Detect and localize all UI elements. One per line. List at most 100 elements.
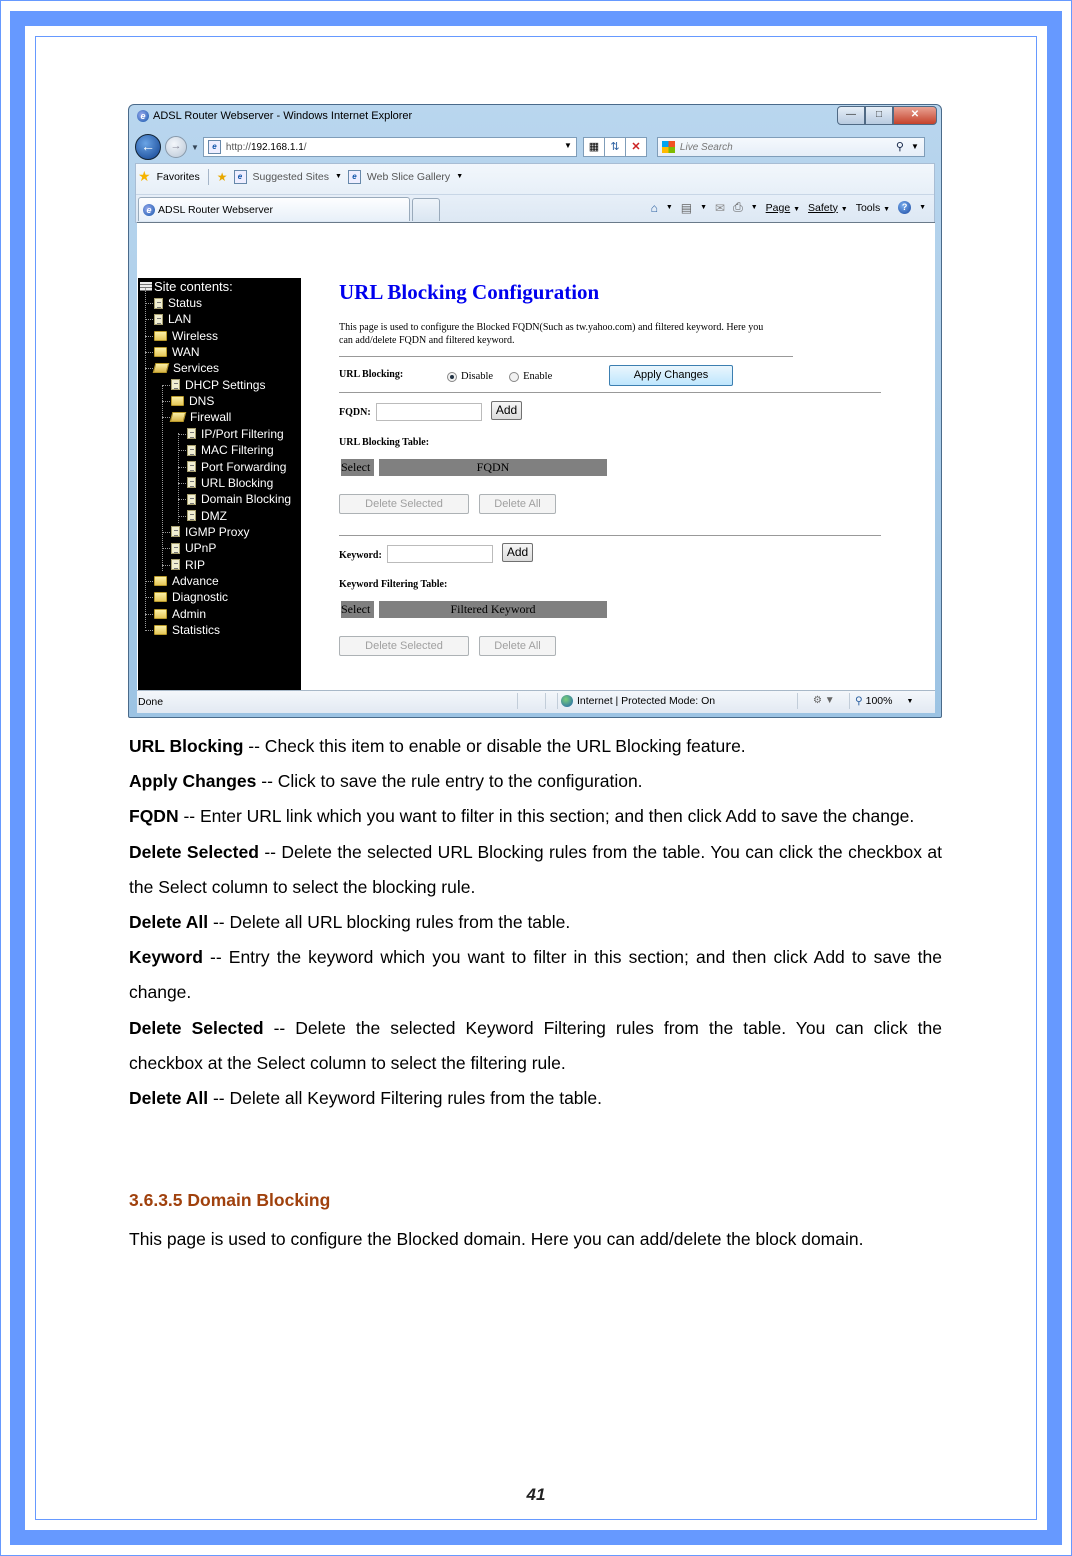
- suggested-sites-button[interactable]: Suggested Sites: [253, 171, 329, 183]
- apply-changes-button[interactable]: Apply Changes: [609, 365, 733, 386]
- forward-button[interactable]: →: [165, 136, 187, 158]
- sidebar-item-dmz[interactable]: DMZ: [187, 508, 227, 524]
- sidebar-item-wan[interactable]: WAN: [154, 344, 200, 360]
- tab-adsl-router[interactable]: e ADSL Router Webserver: [138, 197, 410, 221]
- print-icon[interactable]: ⎙: [733, 200, 743, 215]
- add-to-favorites-icon[interactable]: ★: [217, 170, 228, 184]
- sidebar-item-diagnostic[interactable]: Diagnostic: [154, 589, 228, 605]
- disable-radio-label: Disable: [461, 371, 494, 382]
- sidebar-item-ip-port-filtering[interactable]: IP/Port Filtering: [187, 426, 284, 442]
- maximize-button[interactable]: □: [865, 106, 893, 125]
- new-tab-button[interactable]: [412, 198, 440, 221]
- page-icon: e: [207, 140, 221, 154]
- close-button[interactable]: ✕: [893, 106, 937, 125]
- enable-radio[interactable]: [509, 371, 520, 382]
- sidebar-item-label: UPnP: [185, 541, 217, 556]
- sidebar-item-mac-filtering[interactable]: MAC Filtering: [187, 442, 274, 458]
- tree-connector: [162, 385, 163, 571]
- zoom-level: 100%: [865, 695, 893, 707]
- tree-connector: [145, 613, 153, 615]
- fqdn-input[interactable]: [376, 403, 482, 421]
- sidebar-item-services[interactable]: Services: [152, 360, 219, 376]
- keyword-add-button[interactable]: Add: [502, 543, 533, 562]
- keyword-input[interactable]: [387, 545, 493, 563]
- definition-text: -- Delete all URL blocking rules from th…: [208, 912, 571, 933]
- definition-item: Delete Selected -- Delete the selected K…: [129, 1011, 942, 1081]
- chevron-down-icon[interactable]: ▼: [666, 204, 673, 211]
- sidebar-item-status[interactable]: Status: [154, 295, 202, 311]
- keyword-table-header-filtered-keyword: Filtered Keyword: [379, 601, 607, 618]
- minimize-button[interactable]: —: [837, 106, 865, 125]
- disable-radio[interactable]: [447, 371, 457, 382]
- keyword-delete-all-button[interactable]: Delete All: [479, 636, 556, 656]
- refresh-button[interactable]: ⇅: [603, 137, 626, 157]
- search-placeholder: Live Search: [679, 141, 733, 153]
- document-icon: [187, 510, 196, 522]
- address-bar[interactable]: e http://192.168.1.1/ ▼: [202, 137, 577, 157]
- sidebar-item-statistics[interactable]: Statistics: [154, 622, 220, 638]
- sidebar-item-firewall[interactable]: Firewall: [169, 409, 231, 425]
- tools-menu[interactable]: Tools ▼: [856, 202, 890, 214]
- help-icon[interactable]: ?: [898, 201, 912, 214]
- sidebar-item-label: Status: [168, 296, 203, 310]
- divider: [339, 535, 881, 536]
- chevron-down-icon[interactable]: ▼: [919, 204, 926, 211]
- tree-connector: [145, 597, 153, 599]
- url-delete-selected-button[interactable]: Delete Selected: [339, 494, 469, 514]
- sidebar-item-admin[interactable]: Admin: [154, 606, 206, 622]
- address-dropdown-icon[interactable]: ▼: [564, 141, 572, 150]
- definition-item: Delete Selected -- Delete the selected U…: [129, 835, 942, 905]
- search-box[interactable]: Live Search ⚲ ▼: [656, 137, 925, 157]
- keyword-delete-selected-button[interactable]: Delete Selected: [339, 636, 469, 656]
- sidebar-item-dns[interactable]: DNS: [171, 393, 214, 409]
- safety-menu[interactable]: Safety ▼: [808, 202, 848, 214]
- favorites-button[interactable]: Favorites: [157, 171, 200, 183]
- sidebar-item-upnp[interactable]: UPnP: [171, 540, 216, 556]
- sidebar-item-label: LAN: [168, 312, 192, 327]
- mail-icon[interactable]: ✉: [715, 201, 725, 215]
- sidebar-item-dhcp-settings[interactable]: DHCP Settings: [171, 377, 265, 393]
- navigation-bar: ← → ▼ e http://192.168.1.1/ ▼ ▦ ⇅ ✕ Live…: [135, 133, 935, 161]
- chevron-down-icon[interactable]: ▼: [700, 204, 707, 211]
- url-delete-all-button[interactable]: Delete All: [479, 494, 556, 514]
- tree-connector: [178, 482, 186, 484]
- sidebar-item-label: Admin: [172, 606, 207, 621]
- ie-logo-icon: e: [137, 110, 149, 122]
- definition-term: FQDN: [129, 806, 179, 827]
- chevron-down-icon: ▼: [456, 173, 464, 180]
- tree-connector: [145, 319, 153, 321]
- sidebar-item-url-blocking[interactable]: URL Blocking: [187, 475, 273, 491]
- folder-open-icon: [152, 363, 170, 374]
- sidebar-item-domain-blocking[interactable]: Domain Blocking: [187, 491, 291, 507]
- command-bar: ⌂ ▼ ▤ ▼ ✉ ⎙ ▼ Page ▼ Safety ▼ Tools ▼ ? ▼: [651, 200, 926, 215]
- back-button[interactable]: ←: [135, 134, 161, 160]
- folder-icon: [154, 592, 167, 603]
- stop-button[interactable]: ✕: [624, 137, 647, 157]
- protected-mode-icon[interactable]: ⚙ ▼: [813, 695, 835, 706]
- zoom-control[interactable]: ⚲ 100% ▼: [855, 695, 913, 709]
- fqdn-add-button[interactable]: Add: [491, 401, 522, 420]
- search-dropdown-icon[interactable]: ▼: [911, 142, 919, 151]
- web-slice-gallery-button[interactable]: Web Slice Gallery: [367, 171, 450, 183]
- sidebar-item-wireless[interactable]: Wireless: [154, 328, 218, 344]
- compatibility-view-button[interactable]: ▦: [582, 137, 605, 157]
- security-zone[interactable]: Internet | Protected Mode: On: [561, 695, 715, 707]
- sidebar-item-lan[interactable]: LAN: [154, 311, 191, 327]
- feeds-icon[interactable]: ▤: [681, 201, 692, 215]
- page-menu[interactable]: Page ▼: [766, 202, 800, 214]
- definition-term: Delete All: [129, 912, 209, 933]
- history-dropdown-icon[interactable]: ▼: [191, 143, 199, 152]
- sidebar-item-label: Advance: [172, 573, 219, 588]
- sidebar-item-port-forwarding[interactable]: Port Forwarding: [187, 459, 286, 475]
- search-icon[interactable]: ⚲: [896, 140, 904, 153]
- tree-connector: [178, 433, 179, 523]
- document-icon: [187, 461, 196, 472]
- document-icon: [187, 493, 196, 505]
- page-viewport: Site contents: Status LAN Wireless WAN Servi…: [137, 222, 935, 691]
- chevron-down-icon[interactable]: ▼: [751, 204, 758, 211]
- sidebar-item-igmp-proxy[interactable]: IGMP Proxy: [171, 524, 249, 540]
- sidebar-item-advance[interactable]: Advance: [154, 573, 219, 589]
- home-icon[interactable]: ⌂: [651, 201, 658, 215]
- sidebar-item-rip[interactable]: RIP: [171, 557, 205, 573]
- page-title: URL Blocking Configuration: [339, 280, 600, 304]
